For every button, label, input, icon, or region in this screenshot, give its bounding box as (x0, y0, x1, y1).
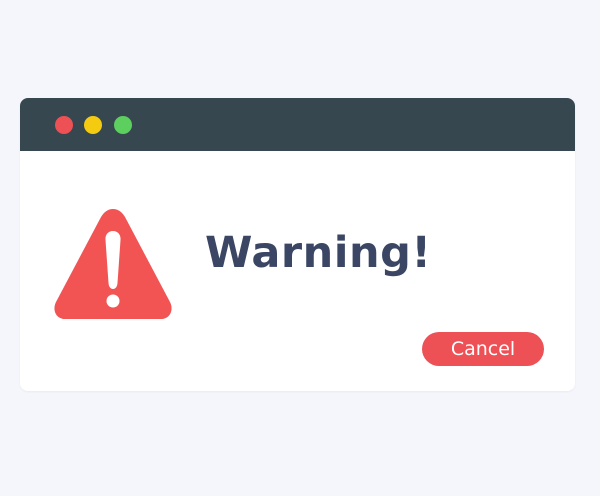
close-window-button[interactable] (55, 116, 73, 134)
minimize-window-button[interactable] (84, 116, 102, 134)
warning-dialog-window: Warning! Cancel (20, 98, 575, 391)
warning-title: Warning! (205, 228, 432, 278)
maximize-window-button[interactable] (114, 116, 132, 134)
warning-triangle-icon (54, 209, 172, 319)
window-titlebar (20, 98, 575, 151)
cancel-button[interactable]: Cancel (422, 332, 544, 366)
dialog-content: Warning! Cancel (20, 151, 575, 391)
